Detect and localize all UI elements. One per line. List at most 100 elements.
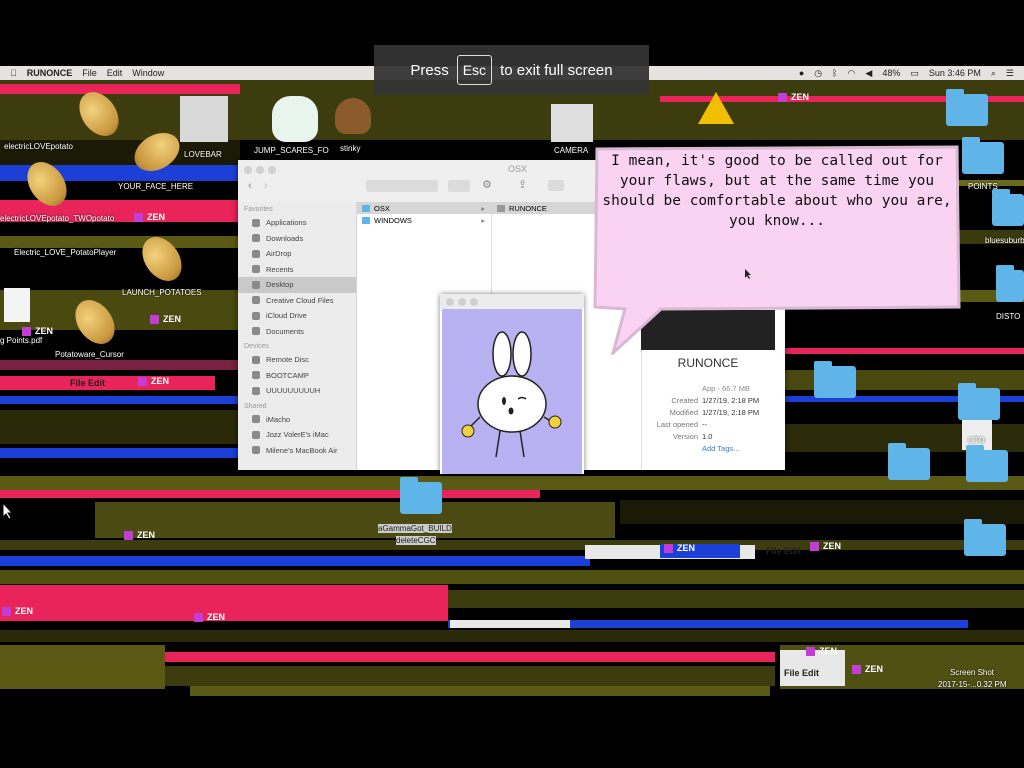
back-arrow-icon[interactable]: ‹ (248, 180, 252, 192)
clock[interactable]: Sun 3:46 PM (929, 68, 981, 78)
desktop-label-points-pdf[interactable]: g Points.pdf (0, 336, 42, 345)
folder-icon[interactable] (400, 477, 442, 514)
desktop-label-jump-scares[interactable]: JUMP_SCARES_FO (254, 146, 329, 155)
preview-app-name: RUNONCE (677, 356, 739, 370)
sidebar-item-downloads[interactable]: Downloads (238, 231, 356, 247)
documents-icon (252, 327, 260, 336)
folder-icon[interactable] (996, 265, 1024, 302)
volume-icon[interactable]: ◀ (865, 68, 872, 79)
desktop-label-camera[interactable]: CAMERA (554, 146, 588, 155)
wifi-icon[interactable]: ◠ (848, 68, 856, 79)
desktop-label-folder-build[interactable]: aGammaGot_BUILD (378, 524, 452, 533)
desktop-label-screen-shot[interactable]: Screen Shot (950, 668, 994, 677)
battery-icon[interactable]: ▭ (910, 68, 919, 79)
ghost-icon[interactable] (272, 96, 318, 142)
desktop-label-electric-love[interactable]: electricLOVEpotato (4, 142, 73, 151)
zen-tag: ZEN (810, 541, 841, 551)
poop-emoji-icon[interactable] (335, 98, 371, 134)
drive-icon (252, 386, 260, 395)
file-edit-glitch: File Edit (766, 546, 802, 556)
sidebar-item-airdrop[interactable]: AirDrop (238, 246, 356, 262)
disc-icon (252, 355, 260, 364)
desktop-label-cto[interactable]: CTO (968, 436, 985, 445)
folder-icon[interactable] (888, 443, 930, 480)
minimize-button[interactable] (458, 298, 466, 306)
preview-version-row: Version 1.0 (672, 432, 713, 441)
sidebar-item-applications[interactable]: Applications (238, 215, 356, 231)
computer-icon (252, 415, 260, 424)
menu-window[interactable]: Window (132, 68, 164, 78)
desktop-label-screen-shot-date[interactable]: 2017-15-...0.32 PM (938, 680, 1006, 689)
bluetooth-icon[interactable]: ᛒ (832, 68, 837, 78)
folder-icon[interactable] (958, 383, 1000, 420)
zoom-button[interactable] (470, 298, 478, 306)
folder-icon[interactable] (946, 89, 988, 126)
sidebar-header-devices: Devices (244, 343, 269, 350)
sidebar-item-creative-cloud[interactable]: Creative Cloud Files (238, 293, 356, 309)
sidebar-item-remote-disc[interactable]: Remote Disc (238, 352, 356, 368)
menu-edit[interactable]: Edit (107, 68, 123, 78)
sidebar-item-documents[interactable]: Documents (238, 324, 356, 340)
zen-tag: ZEN (2, 606, 33, 616)
battery-percent[interactable]: 48% (882, 68, 900, 78)
folder-icon[interactable] (962, 137, 1004, 174)
sidebar-item-icloud-drive[interactable]: iCloud Drive (238, 308, 356, 324)
mouse-cursor-icon (2, 502, 14, 520)
desktop-label-disto[interactable]: DISTO (996, 312, 1020, 321)
pdf-file-icon[interactable] (4, 288, 30, 322)
sidebar-item-bootcamp[interactable]: BOOTCAMP (238, 368, 356, 384)
lovebar-icon[interactable] (180, 96, 228, 142)
finder-sidebar: Favorites Applications Downloads AirDrop… (238, 202, 357, 470)
list-item-osx[interactable]: OSX ▸ (356, 202, 491, 214)
sidebar-item-desktop[interactable]: Desktop (238, 277, 356, 293)
desktop-label-lovebar[interactable]: LOVEBAR (184, 150, 222, 159)
time-machine-icon[interactable]: ◷ (814, 68, 822, 79)
gear-icon[interactable]: ⚙ (482, 178, 492, 191)
share-icon[interactable]: ⇪ (518, 178, 527, 191)
forward-arrow-icon[interactable]: › (264, 180, 268, 192)
folder-icon[interactable] (966, 445, 1008, 482)
spotlight-icon[interactable]: ⌕ (991, 68, 996, 79)
menu-app-name[interactable]: RUNONCE (27, 68, 73, 78)
close-button[interactable] (244, 166, 252, 174)
folder-icon[interactable] (964, 519, 1006, 556)
zen-tag: ZEN (124, 530, 155, 540)
list-item-windows[interactable]: WINDOWS ▸ (356, 214, 491, 226)
preview-created-row: Created 1/27/19, 2:18 PM (671, 396, 760, 405)
sidebar-item-uuuh[interactable]: UUUUUUUUUH (238, 383, 356, 399)
apple-icon[interactable]:  (10, 68, 17, 78)
airdrop-icon (252, 249, 260, 258)
minimize-button[interactable] (256, 166, 264, 174)
game-canvas[interactable] (442, 309, 582, 474)
desktop-label-launch-potatoes[interactable]: LAUNCH_POTATOES (122, 288, 202, 297)
sidebar-item-milene-macbook[interactable]: Milene's MacBook Air (238, 443, 356, 459)
view-mode-segment[interactable] (366, 180, 438, 192)
record-icon[interactable]: ● (799, 68, 804, 78)
close-button[interactable] (446, 298, 454, 306)
tag-icon[interactable] (548, 180, 564, 191)
sidebar-item-jozz-imac[interactable]: Jozz VolerE's iMac (238, 427, 356, 443)
folder-icon[interactable] (814, 361, 856, 398)
desktop-label-bluesuburbs[interactable]: bluesuburbs (985, 236, 1024, 245)
notification-center-icon[interactable]: ☰ (1006, 68, 1014, 79)
folder-icon[interactable] (992, 189, 1024, 226)
desktop-label-electric-love-player[interactable]: Electric_LOVE_PotatoPlayer (14, 248, 116, 257)
camera-app-icon[interactable] (551, 104, 593, 142)
desktop-label-folder-delete[interactable]: deleteCGC (396, 536, 436, 545)
sidebar-item-imacho[interactable]: iMacho (238, 412, 356, 428)
file-edit-glitch: File Edit (70, 378, 106, 388)
zoom-button[interactable] (268, 166, 276, 174)
arrange-icon[interactable] (448, 180, 470, 192)
warning-sign-icon[interactable] (698, 92, 734, 124)
bunny-character-icon (461, 331, 562, 458)
desktop-label-stinky[interactable]: stinky (340, 144, 360, 153)
add-tags-link[interactable]: Add Tags... (638, 444, 778, 456)
drive-icon (252, 371, 260, 380)
zen-tag: ZEN (778, 92, 809, 102)
window-title: OSX (508, 164, 528, 174)
menu-file[interactable]: File (82, 68, 97, 78)
sidebar-item-recents[interactable]: Recents (238, 262, 356, 278)
desktop-label-your-face[interactable]: YOUR_FACE_HERE (118, 182, 193, 191)
desktop-label-potatoware[interactable]: Potatoware_Cursor (55, 350, 124, 359)
desktop-label-electric-love-two[interactable]: electricLOVEpotato_TWOpotato (0, 214, 114, 223)
